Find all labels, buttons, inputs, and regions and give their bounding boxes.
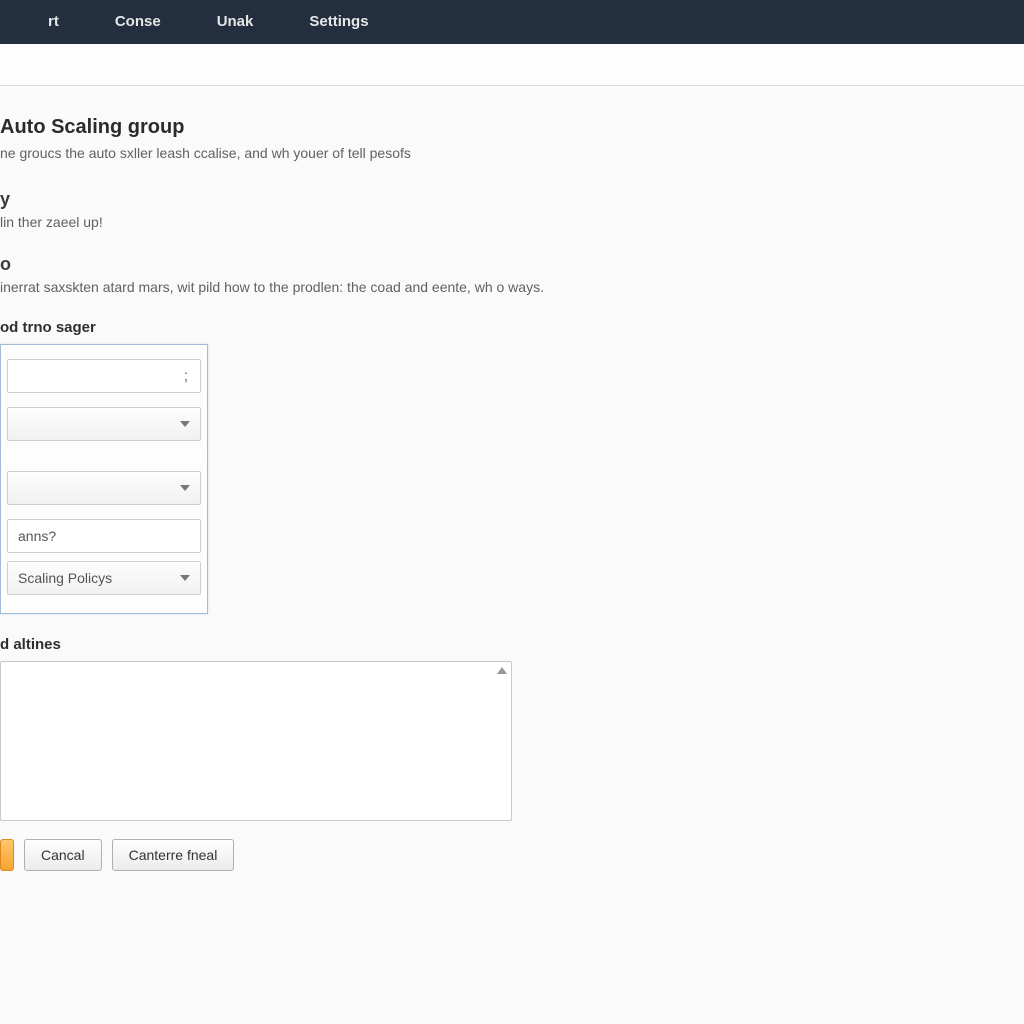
top-nav: rt Conse Unak Settings [0, 0, 1024, 44]
field-1-input[interactable]: ; [7, 359, 201, 393]
section-2-title: o [0, 254, 1014, 275]
section-1-description: lin ther zaeel up! [0, 214, 1014, 230]
chevron-down-icon [180, 575, 190, 581]
button-row: Cancal Canterre fneal [0, 839, 1014, 871]
cancel-button[interactable]: Cancal [24, 839, 102, 871]
field-5-select[interactable]: Scaling Policys [7, 561, 201, 595]
scaling-form-box: ; anns? Scaling Policys [0, 344, 208, 614]
field-4-input[interactable]: anns? [7, 519, 201, 553]
field-1-spinner-icon: ; [184, 368, 188, 385]
page-description: ne groucs the auto sxller leash ccalise,… [0, 145, 1014, 161]
nav-item-conse[interactable]: Conse [87, 0, 189, 44]
content-area: Auto Scaling group ne groucs the auto sx… [0, 86, 1024, 891]
page-title: Auto Scaling group [0, 116, 1014, 139]
continue-button[interactable]: Canterre fneal [112, 839, 235, 871]
chevron-down-icon [180, 421, 190, 427]
textarea-label: d altines [0, 636, 1014, 653]
primary-button[interactable] [0, 839, 14, 871]
toolbar-strip [0, 44, 1024, 86]
section-1-title: y [0, 189, 1014, 210]
section-2-description: inerrat saxskten atard mars, wit pild ho… [0, 279, 1014, 295]
description-textarea[interactable] [0, 661, 512, 821]
field-4-value: anns? [18, 528, 56, 544]
nav-item-unak[interactable]: Unak [189, 0, 282, 44]
scroll-up-icon [497, 667, 507, 674]
chevron-down-icon [180, 485, 190, 491]
textarea-wrapper [0, 661, 512, 821]
field-3-select[interactable] [7, 471, 201, 505]
field-2-select[interactable] [7, 407, 201, 441]
nav-item-settings[interactable]: Settings [281, 0, 396, 44]
form-box-label: od trno sager [0, 319, 1014, 336]
nav-item-rt[interactable]: rt [20, 0, 87, 44]
field-5-value: Scaling Policys [18, 570, 112, 586]
